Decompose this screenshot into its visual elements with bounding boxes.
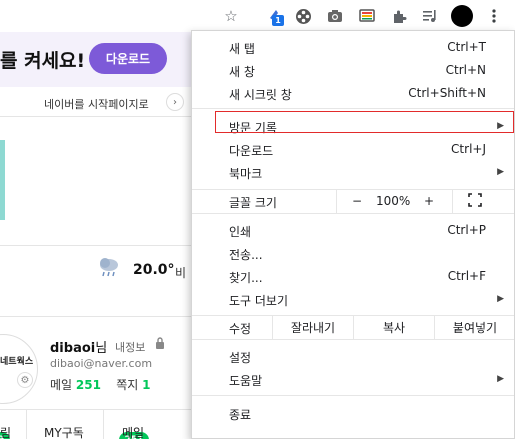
rain-cloud-icon — [97, 256, 121, 283]
menu-label: 북마크 — [229, 167, 263, 181]
menu-shortcut: Ctrl+T — [447, 40, 486, 54]
menu-edit-row: 수정 잘라내기 복사 붙여넣기 — [192, 316, 514, 339]
extension-badge: 1 — [272, 15, 284, 26]
menu-cast[interactable]: 전송... — [192, 242, 514, 265]
tab-0[interactable]: 림 — [0, 424, 11, 439]
menu-label: 다운로드 — [229, 144, 274, 158]
menu-label: 전송... — [229, 248, 263, 262]
media-control-icon[interactable] — [420, 6, 440, 26]
highlight-box — [215, 111, 514, 133]
user-avatar[interactable] — [0, 334, 38, 404]
menu-find[interactable]: 찾기... Ctrl+F — [192, 265, 514, 288]
mail-count[interactable]: 251 — [76, 378, 101, 392]
kebab-menu-icon[interactable] — [484, 6, 504, 26]
banner-text: 를 켜세요! — [0, 50, 86, 72]
menu-shortcut: Ctrl+F — [447, 269, 486, 283]
menu-label: 도구 더보기 — [229, 294, 289, 308]
chrome-menu: 새 탭 Ctrl+T 새 창 Ctrl+N 새 시크릿 창 Ctrl+Shift… — [191, 30, 515, 439]
gear-icon[interactable]: ⚙ — [17, 372, 33, 388]
menu-label: 종료 — [229, 408, 252, 422]
browser-toolbar: ☆ 1 — [0, 0, 515, 32]
zoom-in-button[interactable]: + — [424, 194, 434, 208]
camera-icon[interactable] — [325, 6, 345, 26]
menu-separator — [192, 395, 514, 396]
paste-button[interactable]: 붙여넣기 — [435, 316, 515, 339]
menu-new-window[interactable]: 새 창 Ctrl+N — [192, 59, 514, 82]
menu-separator — [192, 213, 514, 214]
submenu-arrow-icon: ▶ — [497, 167, 504, 177]
zoom-out-button[interactable]: − — [352, 194, 362, 208]
menu-separator — [192, 339, 514, 340]
menu-shortcut: Ctrl+Shift+N — [408, 86, 486, 100]
menu-downloads[interactable]: 다운로드 Ctrl+J — [192, 138, 514, 161]
menu-help[interactable]: 도움말 ▶ — [192, 368, 514, 391]
note-label[interactable]: 쪽지 — [116, 378, 138, 392]
menu-new-tab[interactable]: 새 탭 Ctrl+T — [192, 36, 514, 59]
copy-button[interactable]: 복사 — [354, 316, 434, 339]
tab-mysubscribe[interactable]: MY구독 — [44, 424, 84, 439]
user-name[interactable]: dibaoi님 — [50, 337, 107, 356]
menu-separator — [192, 108, 514, 109]
menu-label: 글꼴 크기 — [229, 196, 277, 210]
tab-divider — [26, 410, 27, 439]
menu-label: 도움말 — [229, 374, 263, 388]
tab-divider — [103, 410, 104, 439]
menu-label: 인쇄 — [229, 225, 252, 239]
user-email: dibaoi@naver.com — [50, 357, 153, 370]
download-button[interactable]: 다운로드 — [89, 43, 167, 74]
set-startpage-link[interactable]: 네이버를 시작페이지로 — [44, 96, 149, 112]
menu-bookmarks[interactable]: 북마크 ▶ — [192, 161, 514, 184]
menu-label: 설정 — [229, 351, 252, 365]
menu-zoom-row: 글꼴 크기 − 100% + — [192, 190, 514, 213]
weather-desc: 비 — [175, 266, 187, 280]
cut-button[interactable]: 잘라내기 — [273, 316, 353, 339]
menu-new-incognito[interactable]: 새 시크릿 창 Ctrl+Shift+N — [192, 82, 514, 105]
submenu-arrow-icon: ▶ — [497, 374, 504, 384]
temperature: 20.0° — [133, 262, 175, 278]
user-id: dibaoi — [50, 341, 96, 356]
lock-icon — [155, 337, 165, 352]
menu-more-tools[interactable]: 도구 더보기 ▶ — [192, 288, 514, 311]
mail-label[interactable]: 메일 — [50, 378, 72, 392]
fullscreen-icon[interactable] — [468, 193, 482, 207]
zoom-value: 100% — [376, 194, 411, 208]
myinfo-link[interactable]: 내정보 — [115, 339, 145, 355]
menu-shortcut: Ctrl+N — [445, 63, 486, 77]
star-icon[interactable]: ☆ — [221, 6, 241, 26]
menu-shortcut: Ctrl+P — [447, 223, 486, 237]
menu-label: 새 탭 — [229, 42, 255, 56]
ad-accent-bar — [0, 140, 5, 220]
menu-label: 수정 — [229, 322, 252, 336]
profile-avatar[interactable] — [451, 5, 473, 27]
chevron-right-icon[interactable]: › — [166, 93, 184, 111]
menu-shortcut: Ctrl+J — [451, 142, 486, 156]
browser-window: ☆ 1 를 켜세요! 다운로드 네이버를 시작페이지로 › 20.0° 비 네트… — [0, 0, 515, 439]
user-name-suffix: 님 — [95, 341, 108, 356]
menu-label: 찾기... — [229, 271, 263, 285]
menu-label: 새 창 — [229, 65, 255, 79]
cast-icon[interactable] — [357, 6, 377, 26]
avatar-text: 네트웍스 — [0, 357, 34, 367]
menu-print[interactable]: 인쇄 Ctrl+P — [192, 219, 514, 242]
zoom-divider — [452, 190, 453, 213]
note-count[interactable]: 1 — [142, 378, 150, 392]
submenu-arrow-icon: ▶ — [497, 294, 504, 304]
zoom-divider — [336, 190, 337, 213]
tab-mail[interactable]: 메일 — [122, 424, 144, 439]
menu-exit[interactable]: 종료 — [192, 402, 514, 425]
film-reel-icon[interactable] — [293, 6, 313, 26]
menu-settings[interactable]: 설정 — [192, 345, 514, 368]
puzzle-icon[interactable] — [389, 6, 409, 26]
menu-label: 새 시크릿 창 — [229, 88, 292, 102]
mail-summary: 메일 251 쪽지 1 — [50, 376, 151, 393]
